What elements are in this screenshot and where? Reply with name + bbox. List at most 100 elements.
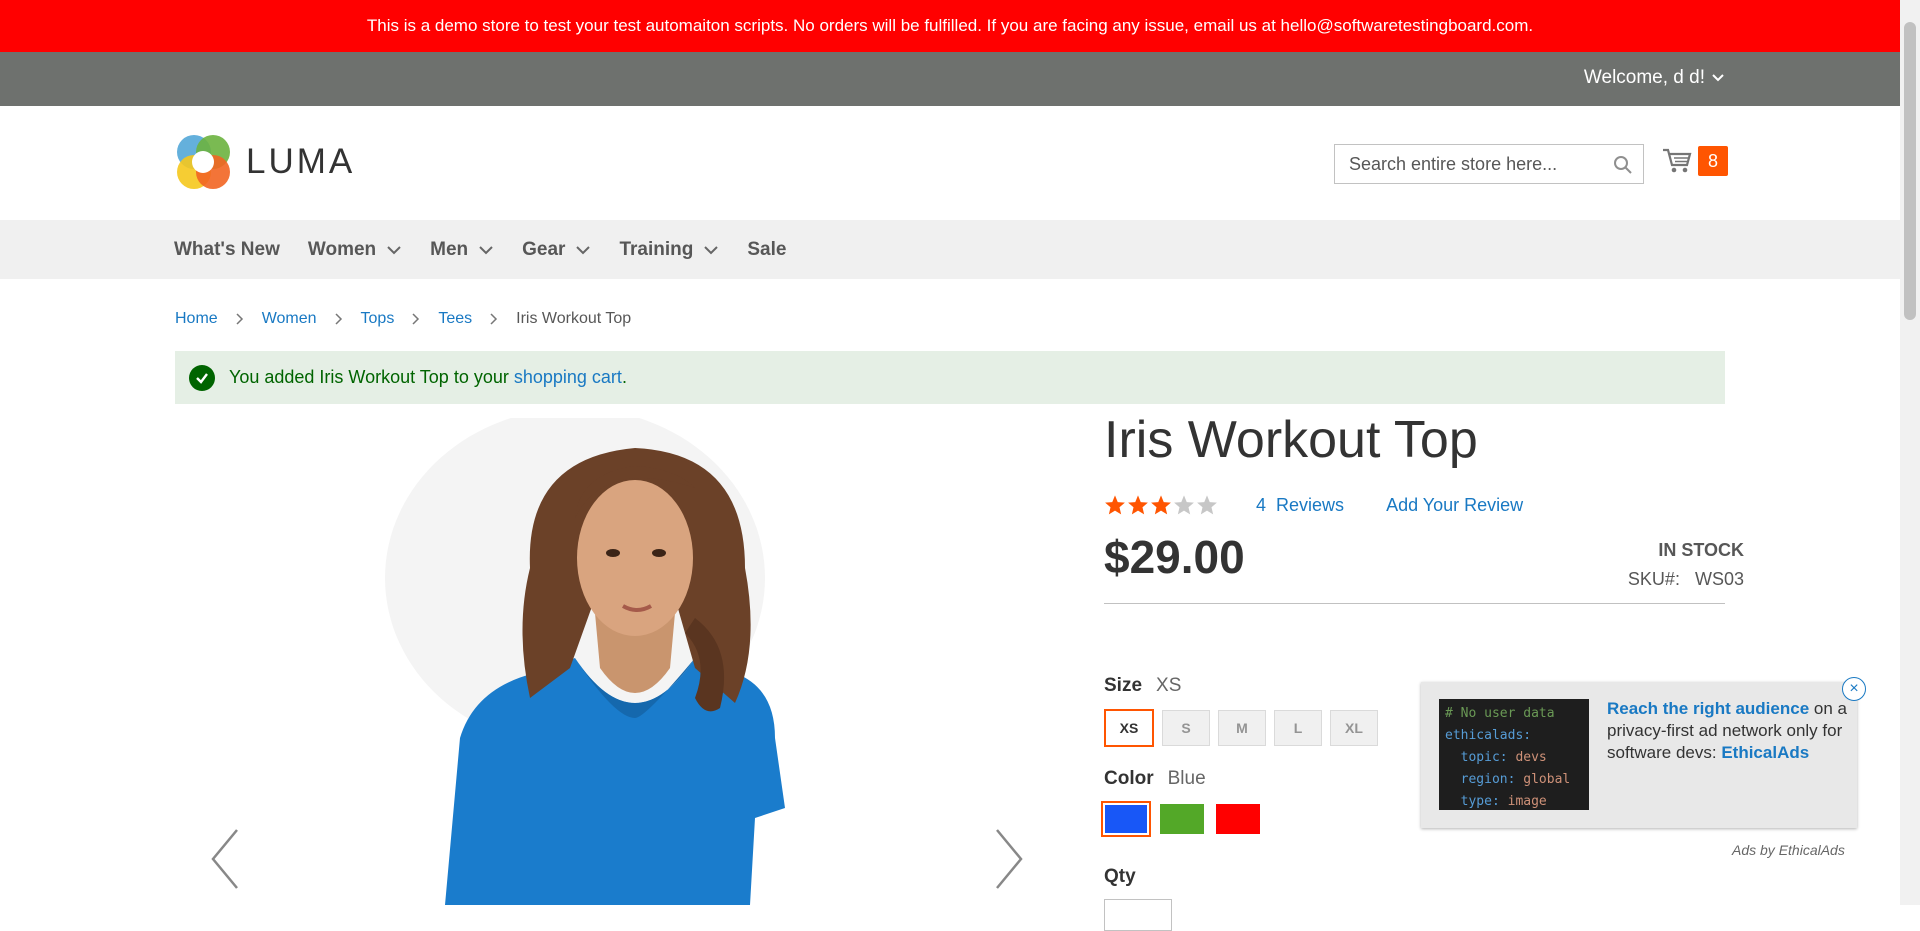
- page-scrollbar[interactable]: [1900, 0, 1920, 905]
- scrollbar-thumb[interactable]: [1904, 22, 1916, 320]
- nav-item-label: What's New: [174, 238, 280, 260]
- size-swatch-xs[interactable]: XS: [1104, 709, 1154, 747]
- chevron-down-icon: [576, 245, 591, 254]
- breadcrumb-tees[interactable]: Tees: [438, 310, 472, 328]
- color-option-label: Color Blue: [1104, 768, 1206, 790]
- add-review-link[interactable]: Add Your Review: [1386, 495, 1523, 516]
- breadcrumb-tops[interactable]: Tops: [361, 310, 395, 328]
- ad-code-image: # No user data ethicalads: topic: devs r…: [1439, 699, 1589, 810]
- divider: [1104, 603, 1725, 604]
- nav-item-label: Training: [619, 238, 694, 260]
- gallery-prev-arrow[interactable]: [209, 828, 241, 890]
- color-swatch-green[interactable]: [1160, 804, 1204, 834]
- color-swatches: [1101, 801, 1260, 837]
- qty-label: Qty: [1104, 866, 1136, 887]
- product-sku: SKU#: WS03: [1628, 569, 1744, 590]
- color-swatch-red[interactable]: [1216, 804, 1260, 834]
- account-panel: Welcome, d d!: [0, 52, 1900, 106]
- main-navigation: What's New Women Men Gear Training Sale: [0, 220, 1900, 279]
- star-filled-icon: [1151, 495, 1171, 515]
- logo-text: LUMA: [246, 142, 356, 181]
- size-swatches: XS S M L XL: [1104, 709, 1378, 747]
- shopping-cart-link[interactable]: shopping cart: [514, 367, 622, 388]
- star-empty-icon: [1174, 495, 1194, 515]
- ad-headline: Reach the right audience: [1607, 699, 1810, 718]
- welcome-text: Welcome, d d!: [1583, 67, 1705, 88]
- ad-brand: EthicalAds: [1721, 743, 1810, 762]
- message-suffix: .: [621, 367, 627, 387]
- chevron-down-icon: [1712, 74, 1724, 82]
- ad-code-line: ethicalads:: [1445, 728, 1532, 743]
- search-input[interactable]: [1347, 152, 1611, 176]
- chevron-right-icon: [335, 313, 343, 325]
- color-swatch-blue[interactable]: [1101, 801, 1151, 837]
- sku-value: WS03: [1694, 569, 1744, 589]
- nav-item-gear[interactable]: Gear: [522, 239, 591, 261]
- nav-item-label: Women: [307, 238, 377, 260]
- size-swatch-m[interactable]: M: [1218, 710, 1266, 746]
- product-price: $29.00: [1104, 531, 1245, 583]
- sku-label: SKU#:: [1627, 569, 1680, 589]
- reviews-count: 4: [1256, 494, 1267, 515]
- close-icon[interactable]: ×: [1842, 677, 1866, 701]
- nav-item-sale[interactable]: Sale: [747, 239, 786, 261]
- qty-input[interactable]: [1104, 899, 1172, 931]
- size-selected-value: XS: [1156, 675, 1182, 696]
- customer-welcome-menu[interactable]: Welcome, d d!: [1584, 67, 1725, 89]
- breadcrumb-home[interactable]: Home: [175, 310, 218, 328]
- reviews-link[interactable]: 4 Reviews: [1256, 495, 1344, 516]
- product-rating: 4 Reviews Add Your Review: [1104, 494, 1565, 516]
- reviews-label: Reviews: [1276, 494, 1345, 515]
- ad-code-line: type: image: [1460, 794, 1547, 809]
- ad-text[interactable]: Reach the right audience on a privacy-fi…: [1607, 698, 1847, 764]
- rating-stars: [1104, 494, 1218, 516]
- size-option-label: Size XS: [1104, 675, 1181, 697]
- nav-item-men[interactable]: Men: [430, 239, 494, 261]
- luma-logo-icon: [177, 135, 230, 189]
- page-header: LUMA 8: [0, 106, 1900, 220]
- color-label: Color: [1104, 768, 1154, 789]
- ad-code-line: topic: devs: [1460, 750, 1547, 765]
- cart-icon: [1663, 148, 1692, 173]
- nav-item-women[interactable]: Women: [308, 239, 402, 261]
- breadcrumb-women[interactable]: Women: [262, 310, 317, 328]
- search-box[interactable]: [1334, 144, 1644, 184]
- search-icon[interactable]: [1613, 155, 1633, 175]
- color-selected-value: Blue: [1167, 768, 1206, 789]
- breadcrumb-current: Iris Workout Top: [516, 310, 632, 327]
- chevron-right-icon: [236, 313, 244, 325]
- stock-status: IN STOCK: [1658, 540, 1744, 560]
- chevron-down-icon: [387, 245, 401, 254]
- nav-item-training[interactable]: Training: [619, 239, 719, 261]
- success-message: You added Iris Workout Top to your shopp…: [175, 351, 1725, 404]
- ad-code-line: # No user data: [1445, 706, 1555, 721]
- chevron-right-icon: [490, 313, 498, 325]
- size-swatch-s[interactable]: S: [1162, 710, 1210, 746]
- nav-item-whats-new[interactable]: What's New: [174, 239, 280, 261]
- size-swatch-l[interactable]: L: [1274, 710, 1322, 746]
- size-swatch-xl[interactable]: XL: [1330, 710, 1378, 746]
- nav-item-label: Sale: [747, 238, 787, 260]
- chevron-down-icon: [704, 245, 719, 254]
- star-filled-icon: [1105, 495, 1125, 515]
- chevron-right-icon: [412, 313, 420, 325]
- breadcrumb: Home Women Tops Tees Iris Workout Top: [175, 310, 631, 328]
- checkmark-icon: [189, 364, 215, 391]
- star-empty-icon: [1197, 495, 1217, 515]
- ethicalads-banner[interactable]: # No user data ethicalads: topic: devs r…: [1421, 677, 1866, 828]
- star-filled-icon: [1128, 495, 1148, 515]
- demo-notice-bar: This is a demo store to test your test a…: [0, 0, 1900, 52]
- luma-logo[interactable]: LUMA: [174, 133, 355, 191]
- ad-byline[interactable]: Ads by EthicalAds: [1732, 842, 1845, 858]
- ad-code-line: region: global: [1460, 772, 1571, 787]
- demo-notice-text: This is a demo store to test your test a…: [366, 16, 1534, 35]
- nav-item-label: Men: [430, 238, 469, 260]
- message-text: You added Iris Workout Top to your: [229, 367, 514, 387]
- chevron-down-icon: [479, 245, 493, 254]
- cart-count-badge: 8: [1698, 146, 1728, 176]
- size-label: Size: [1104, 675, 1143, 696]
- product-gallery[interactable]: [175, 418, 1035, 905]
- minicart[interactable]: 8: [1662, 146, 1728, 176]
- product-title: Iris Workout Top: [1104, 411, 1478, 469]
- gallery-next-arrow[interactable]: [993, 828, 1025, 890]
